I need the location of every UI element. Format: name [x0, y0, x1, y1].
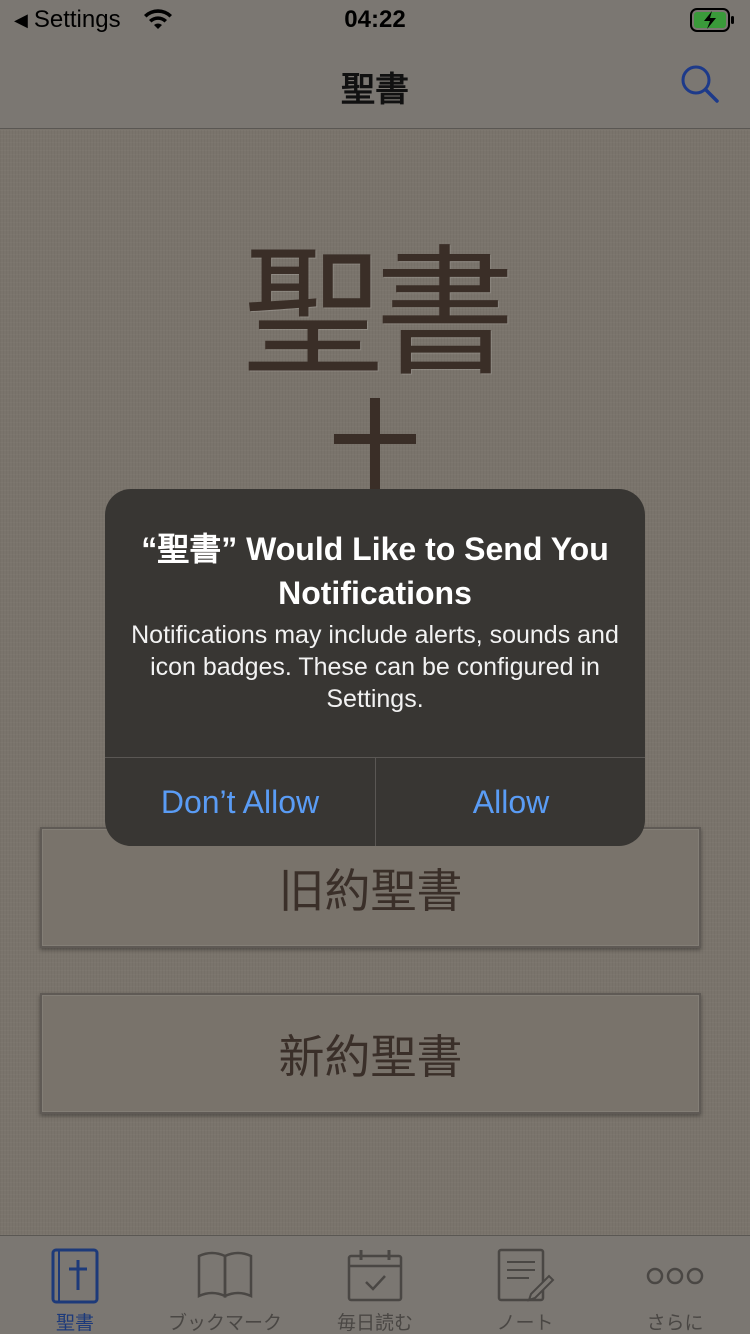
nav-title: 聖書	[341, 70, 409, 110]
dont-allow-button[interactable]: Don’t Allow	[105, 758, 375, 846]
new-testament-button[interactable]: 新約聖書	[40, 993, 701, 1114]
hero-title: 聖書	[242, 233, 515, 396]
tab-label: ノート	[496, 1312, 554, 1334]
tab-bar: 聖書 ブックマーク 毎日読む ノート さらに	[0, 1235, 750, 1334]
navigation-bar: 聖書	[0, 40, 750, 129]
note-pen-icon	[497, 1248, 555, 1302]
tab-label: 聖書	[55, 1312, 94, 1334]
allow-button[interactable]: Allow	[376, 758, 645, 846]
search-button[interactable]	[678, 62, 722, 106]
tab-label: ブックマーク	[167, 1312, 282, 1334]
clock: 04:22	[344, 6, 406, 33]
alert-title: “聖書” Would Like to Send You Notification…	[141, 531, 609, 611]
notification-permission-alert: “聖書” Would Like to Send You Notification…	[105, 489, 645, 846]
search-icon	[681, 65, 719, 103]
tab-label: さらに	[646, 1312, 704, 1334]
bible-icon	[51, 1248, 99, 1304]
book-open-icon	[197, 1251, 253, 1298]
tab-bible[interactable]: 聖書	[0, 1236, 150, 1334]
tab-more[interactable]: さらに	[600, 1236, 750, 1334]
status-bar: ◀ Settings 04:22	[0, 0, 750, 40]
tab-label: 毎日読む	[336, 1312, 413, 1334]
alert-message: Notifications may include alerts, sounds…	[131, 621, 619, 713]
tab-bookmark[interactable]: ブックマーク	[150, 1236, 300, 1334]
tab-notes[interactable]: ノート	[450, 1236, 600, 1334]
battery-charging-icon	[690, 8, 734, 32]
tab-daily-reading[interactable]: 毎日読む	[300, 1236, 450, 1334]
more-dots-icon	[646, 1267, 704, 1285]
calendar-check-icon	[347, 1250, 403, 1302]
